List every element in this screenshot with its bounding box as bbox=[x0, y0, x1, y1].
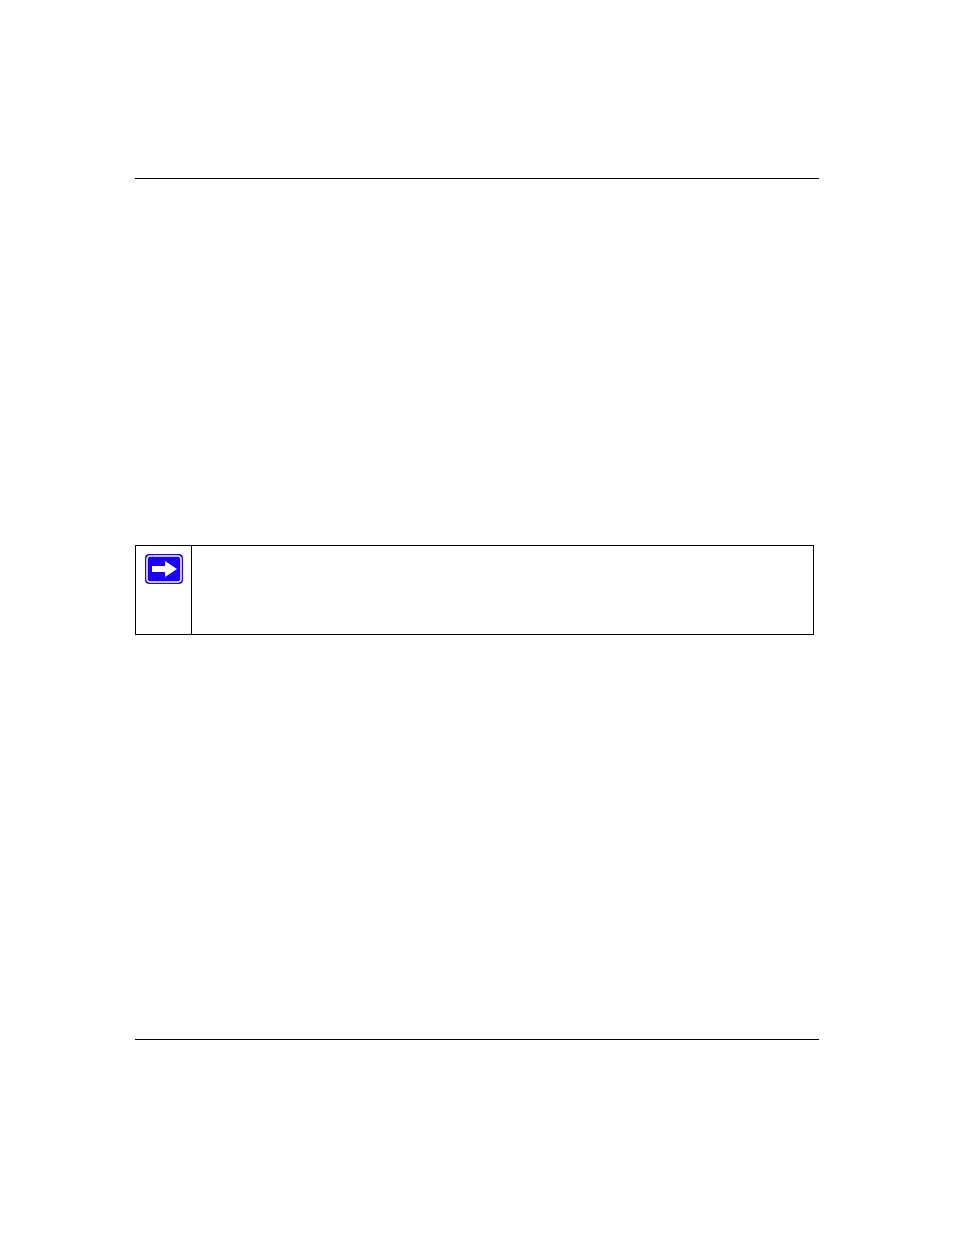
document-page bbox=[0, 0, 954, 1235]
footer-rule bbox=[135, 1039, 819, 1040]
header-rule bbox=[135, 178, 819, 179]
arrow-right-icon bbox=[145, 554, 183, 584]
note-callout bbox=[135, 545, 814, 635]
note-text bbox=[192, 546, 813, 634]
note-icon-cell bbox=[136, 546, 192, 634]
